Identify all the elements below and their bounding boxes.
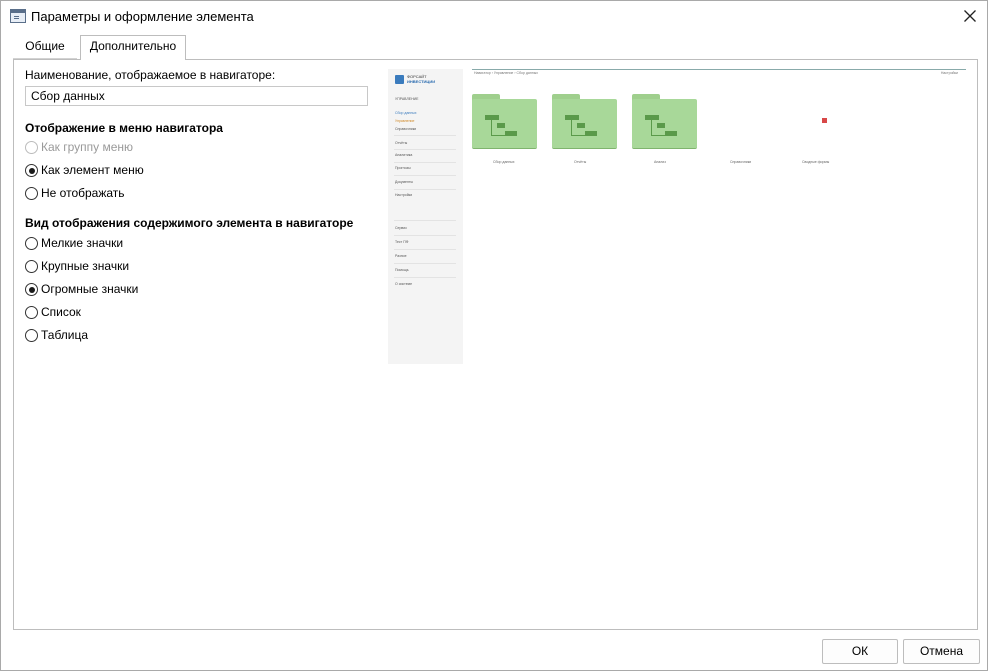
preview-divider (394, 220, 456, 221)
tab-additional[interactable]: Дополнительно (80, 35, 186, 60)
cancel-button[interactable]: Отмена (903, 639, 980, 664)
preview-sidebar-item: Сбор данных (395, 111, 417, 115)
preview-folder-caption: Анализ (654, 160, 666, 164)
preview-sidebar-item: Справочники (395, 127, 417, 131)
preview-breadcrumb: Навигатор › Управление › Сбор данных (474, 71, 539, 75)
tab-panel-additional: Наименование, отображаемое в навигаторе:… (13, 59, 978, 630)
close-button[interactable] (959, 5, 981, 27)
radio-circle (25, 164, 38, 177)
radio-circle (25, 260, 38, 273)
radio-circle (25, 237, 38, 250)
window-title: Параметры и оформление элемента (31, 9, 254, 24)
preview-divider (394, 235, 456, 236)
preview-sidebar-item: О системе (395, 282, 413, 286)
preview-sidebar-item: Документы (395, 180, 414, 184)
preview-divider (394, 189, 456, 190)
radio-label: Как группу меню (41, 140, 134, 154)
tab-general[interactable]: Общие (13, 36, 77, 59)
radio-label: Мелкие значки (41, 236, 124, 250)
preview-sidebar-item: Тест ПФ (395, 240, 409, 244)
preview-folder-caption: Сводные формы (802, 160, 830, 164)
content-view-heading: Вид отображения содержимого элемента в н… (25, 216, 354, 230)
radio-label: Огромные значки (41, 282, 139, 296)
folder-icon (552, 94, 617, 149)
menu-display-heading: Отображение в меню навигатора (25, 121, 223, 135)
preview-divider (394, 162, 456, 163)
preview-sidebar-item: Прогнозы (395, 166, 411, 170)
preview-folder-caption: Справочники (730, 160, 752, 164)
name-field-label: Наименование, отображаемое в навигаторе: (25, 68, 276, 82)
preview-divider (394, 263, 456, 264)
preview-sidebar-item: Помощь (395, 268, 409, 272)
preview-sidebar-item: Управление (395, 119, 415, 123)
preview-sidebar-item: Отчёты (395, 141, 408, 145)
close-icon (964, 10, 976, 22)
preview-divider (394, 277, 456, 278)
preview-sidebar-item: Сервис (395, 226, 407, 230)
window-properties-icon (10, 9, 26, 23)
preview-divider (394, 175, 456, 176)
preview-sidebar-item: Аналитика (395, 153, 413, 157)
radio-circle (25, 141, 38, 154)
navigator-preview: ФОРСАЙТ ИНВЕСТИЦИИ УПРАВЛЕНИЕ Сбор данны… (388, 69, 966, 364)
logo-icon (395, 75, 404, 84)
preview-top-right: Настройки (940, 71, 958, 75)
preview-sidebar-item: УПРАВЛЕНИЕ (395, 97, 419, 101)
radio-circle (25, 187, 38, 200)
radio-label: Как элемент меню (41, 163, 144, 177)
radio-circle (25, 306, 38, 319)
ok-button[interactable]: ОК (822, 639, 898, 664)
preview-header-line (472, 69, 966, 70)
radio-label: Список (41, 305, 81, 319)
preview-divider (394, 149, 456, 150)
navigator-name-input[interactable]: Сбор данных (25, 86, 368, 106)
title-bar: Параметры и оформление элемента (1, 1, 987, 31)
preview-sidebar-item: Настройки (395, 193, 413, 197)
radio-label: Таблица (41, 328, 89, 342)
report-icon (822, 118, 827, 123)
folder-icon (472, 94, 537, 149)
radio-circle (25, 329, 38, 342)
radio-circle (25, 283, 38, 296)
preview-sidebar: ФОРСАЙТ ИНВЕСТИЦИИ УПРАВЛЕНИЕ Сбор данны… (388, 69, 463, 364)
radio-label: Не отображать (41, 186, 125, 200)
radio-label: Крупные значки (41, 259, 130, 273)
preview-sidebar-item: Разное (395, 254, 407, 258)
preview-divider (394, 135, 456, 136)
preview-divider (394, 249, 456, 250)
preview-folder-caption: Отчёты (574, 160, 587, 164)
preview-folder-caption: Сбор данных (493, 160, 515, 164)
folder-icon (632, 94, 697, 149)
preview-logo-text: ИНВЕСТИЦИИ (407, 79, 436, 84)
dialog-window: Параметры и оформление элемента Общие До… (0, 0, 988, 671)
